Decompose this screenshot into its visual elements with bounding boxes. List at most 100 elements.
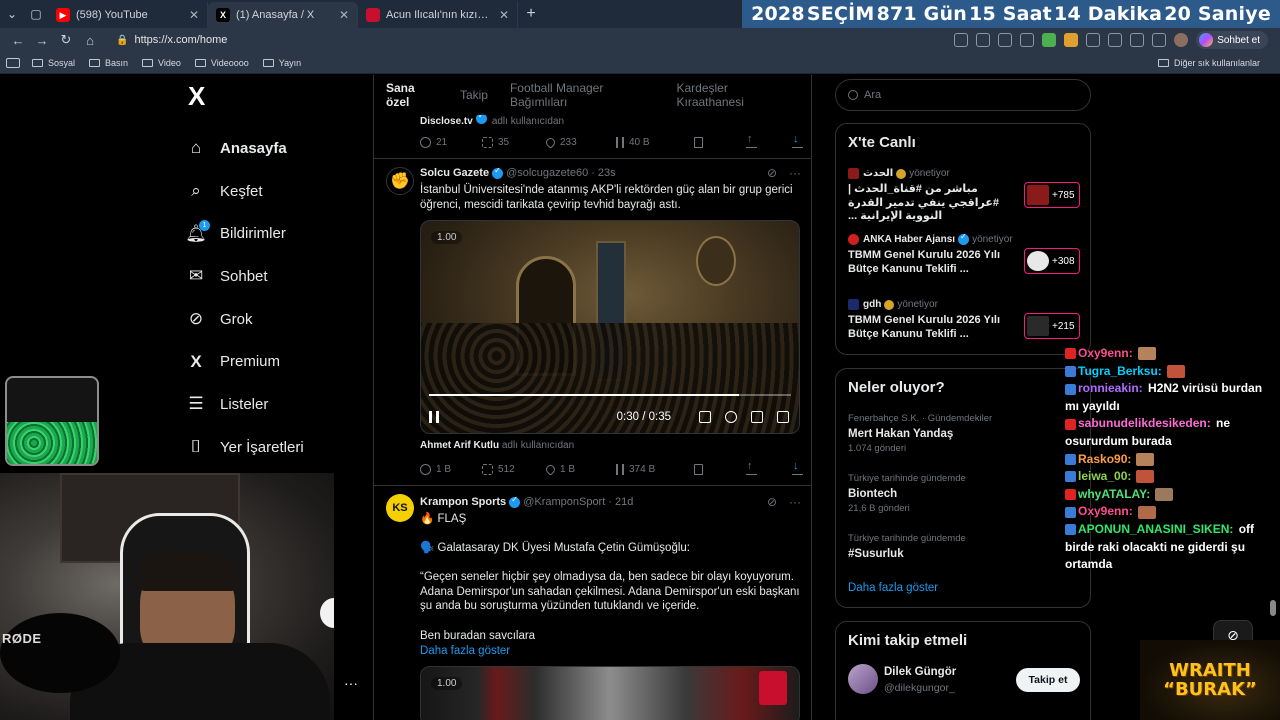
forward-icon[interactable]: → (30, 33, 54, 48)
volume-icon[interactable] (699, 411, 711, 423)
reply-button[interactable]: 1 B (420, 463, 482, 475)
bookmark-button[interactable] (694, 463, 746, 475)
close-tab-icon[interactable]: ✕ (189, 8, 199, 22)
x-logo-icon[interactable]: X (188, 83, 356, 109)
tab-football-manager[interactable]: Football Manager Bağımlıları (510, 81, 655, 109)
nav-item-messages[interactable]: ✉ Sohbet (186, 255, 356, 298)
reply-button[interactable]: 21 (420, 136, 482, 148)
profile-avatar-icon[interactable] (1174, 33, 1189, 47)
more-icon[interactable]: ··· (789, 495, 801, 509)
back-icon[interactable]: ← (6, 33, 30, 48)
share-button[interactable] (746, 460, 792, 475)
bookmark-folder-videoooo[interactable]: Videoooo (194, 58, 249, 68)
like-button[interactable]: 233 (544, 135, 616, 149)
nav-item-grok[interactable]: ⊘ Grok (186, 298, 356, 341)
nav-item-notifications[interactable]: 🔔︎ 1 Bildirimler (185, 212, 356, 255)
author-name[interactable]: Krampon Sports (420, 496, 506, 508)
suggestion-name[interactable]: Dilek Güngör (884, 666, 956, 678)
avatar[interactable]: KS (386, 494, 414, 522)
playback-speed[interactable]: 1.00 (431, 677, 463, 690)
home-icon[interactable]: ⌂ (78, 33, 102, 48)
grok-explain-icon[interactable]: ⊘ (767, 166, 777, 180)
browser-tab-x[interactable]: X (1) Anasayfa / X ✕ (208, 2, 358, 28)
collections-icon[interactable] (1152, 33, 1167, 47)
browser-tab-news[interactable]: Acun Ilıcalı'nın kızının çakarlı aracı ✕ (358, 2, 518, 28)
show-more-link[interactable]: Daha fazla göster (420, 644, 805, 659)
nav-item-bookmarks[interactable]: ⌷ Yer İşaretleri (186, 426, 356, 469)
share-button[interactable] (746, 133, 792, 148)
refresh-icon[interactable]: ↻ (54, 32, 78, 48)
pause-icon[interactable] (429, 411, 439, 423)
favorite-star-icon[interactable] (1020, 33, 1035, 47)
tweet[interactable]: ✊ Solcu Gazete @solcugazete60 · 23s ⊘ ··… (374, 159, 811, 486)
tweet-time[interactable]: · 23s (591, 167, 615, 179)
grok-explain-icon[interactable]: ⊘ (767, 495, 777, 509)
trend-item[interactable]: Türkiye tarihinde gündemde Biontech 21,6… (848, 473, 1080, 514)
live-item[interactable]: الحدث yönetiyor مباشر من #قناة_الحدث | #ع… (848, 168, 1080, 224)
download-button[interactable] (792, 133, 803, 148)
credit-name[interactable]: Ahmet Arif Kutlu (420, 440, 499, 451)
fullscreen-icon[interactable] (777, 411, 789, 423)
tab-kardesler[interactable]: Kardeşler Kıraathanesi (676, 81, 791, 109)
picture-in-picture-icon[interactable] (751, 411, 763, 423)
close-tab-icon[interactable]: ✕ (499, 8, 509, 22)
copilot-chat-button[interactable]: Sohbet et (1196, 31, 1268, 49)
nav-item-premium[interactable]: X Premium (186, 340, 356, 383)
video-progress-bar[interactable] (429, 394, 791, 396)
app-available-icon[interactable] (954, 33, 969, 47)
repost-button[interactable]: 512 (482, 463, 546, 475)
nav-item-home[interactable]: ⌂ Anasayfa (186, 127, 356, 170)
url-field[interactable]: 🔒 https://x.com/home (112, 30, 954, 50)
follow-button[interactable]: Takip et (1016, 668, 1080, 692)
trend-item[interactable]: Türkiye tarihinde gündemde #Susurluk (848, 533, 1080, 560)
bookmark-folder-sosyal[interactable]: Sosyal (32, 58, 75, 68)
tweet[interactable]: KS Krampon Sports @KramponSport · 21d ⊘ … (374, 486, 811, 720)
favorites-icon[interactable] (1130, 33, 1145, 47)
read-aloud-icon[interactable] (998, 33, 1013, 47)
avatar[interactable] (848, 664, 878, 694)
new-tab-button[interactable]: + (518, 5, 544, 23)
playback-speed[interactable]: 1.00 (431, 231, 463, 244)
workspaces-icon[interactable]: ▢ (24, 0, 48, 28)
bookmark-folder-video[interactable]: Video (142, 58, 181, 68)
follow-suggestion[interactable]: Dilek Güngör @dilekgungor_ Takip et (848, 664, 1080, 698)
live-item[interactable]: ANKA Haber Ajansı yönetiyor TBMM Genel Ku… (848, 232, 1080, 276)
author-handle[interactable]: @KramponSport (523, 496, 605, 508)
download-button[interactable] (792, 460, 803, 475)
video-player[interactable]: 1.00 (420, 666, 800, 720)
page-scrollbar[interactable] (1270, 600, 1276, 616)
tab-following[interactable]: Takip (460, 88, 488, 102)
other-bookmarks-folder[interactable]: Diğer sık kullanılanlar (1157, 58, 1260, 68)
tab-for-you[interactable]: Sana özel (386, 81, 438, 109)
bookmark-button[interactable] (694, 136, 746, 148)
like-button[interactable]: 1 B (544, 462, 616, 476)
source-name[interactable]: Disclose.tv (420, 116, 473, 127)
video-player[interactable]: 1.00 0:30 / 0:35 (420, 220, 800, 434)
avatar[interactable]: ✊ (386, 167, 414, 195)
more-options-icon[interactable]: ··· (344, 675, 358, 691)
author-name[interactable]: Solcu Gazete (420, 167, 489, 179)
repost-button[interactable]: 35 (482, 136, 546, 148)
nav-item-explore[interactable]: ⌕ Keşfet (186, 170, 356, 213)
author-handle[interactable]: @solcugazete60 (506, 167, 588, 179)
search-input[interactable]: Ara (835, 79, 1091, 111)
browser-tab-youtube[interactable]: ▶ (598) YouTube ✕ (48, 2, 208, 28)
more-icon[interactable]: ··· (789, 166, 801, 180)
live-item[interactable]: gdh yönetiyor TBMM Genel Kurulu 2026 Yılı… (848, 299, 1080, 341)
extension-icon[interactable] (1064, 33, 1079, 47)
split-screen-icon[interactable] (1108, 33, 1123, 47)
show-more-link[interactable]: Daha fazla göster (848, 582, 938, 594)
extension-icon[interactable] (1086, 33, 1101, 47)
close-tab-icon[interactable]: ✕ (339, 8, 349, 22)
settings-gear-icon[interactable] (725, 411, 737, 423)
bookmark-folder-basin[interactable]: Basın (89, 58, 128, 68)
tweet-time[interactable]: · 21d (608, 496, 633, 508)
extension-icon[interactable] (1042, 33, 1057, 47)
nav-item-lists[interactable]: ☰ Listeler (186, 383, 356, 426)
views-button[interactable]: 40 B (616, 136, 694, 148)
views-button[interactable]: 374 B (616, 463, 694, 475)
tab-list-chevron-icon[interactable]: ⌄ (0, 0, 24, 28)
zoom-icon[interactable] (976, 33, 991, 47)
bookmarks-menu-icon[interactable] (6, 57, 20, 68)
bookmark-folder-yayin[interactable]: Yayın (262, 58, 301, 68)
